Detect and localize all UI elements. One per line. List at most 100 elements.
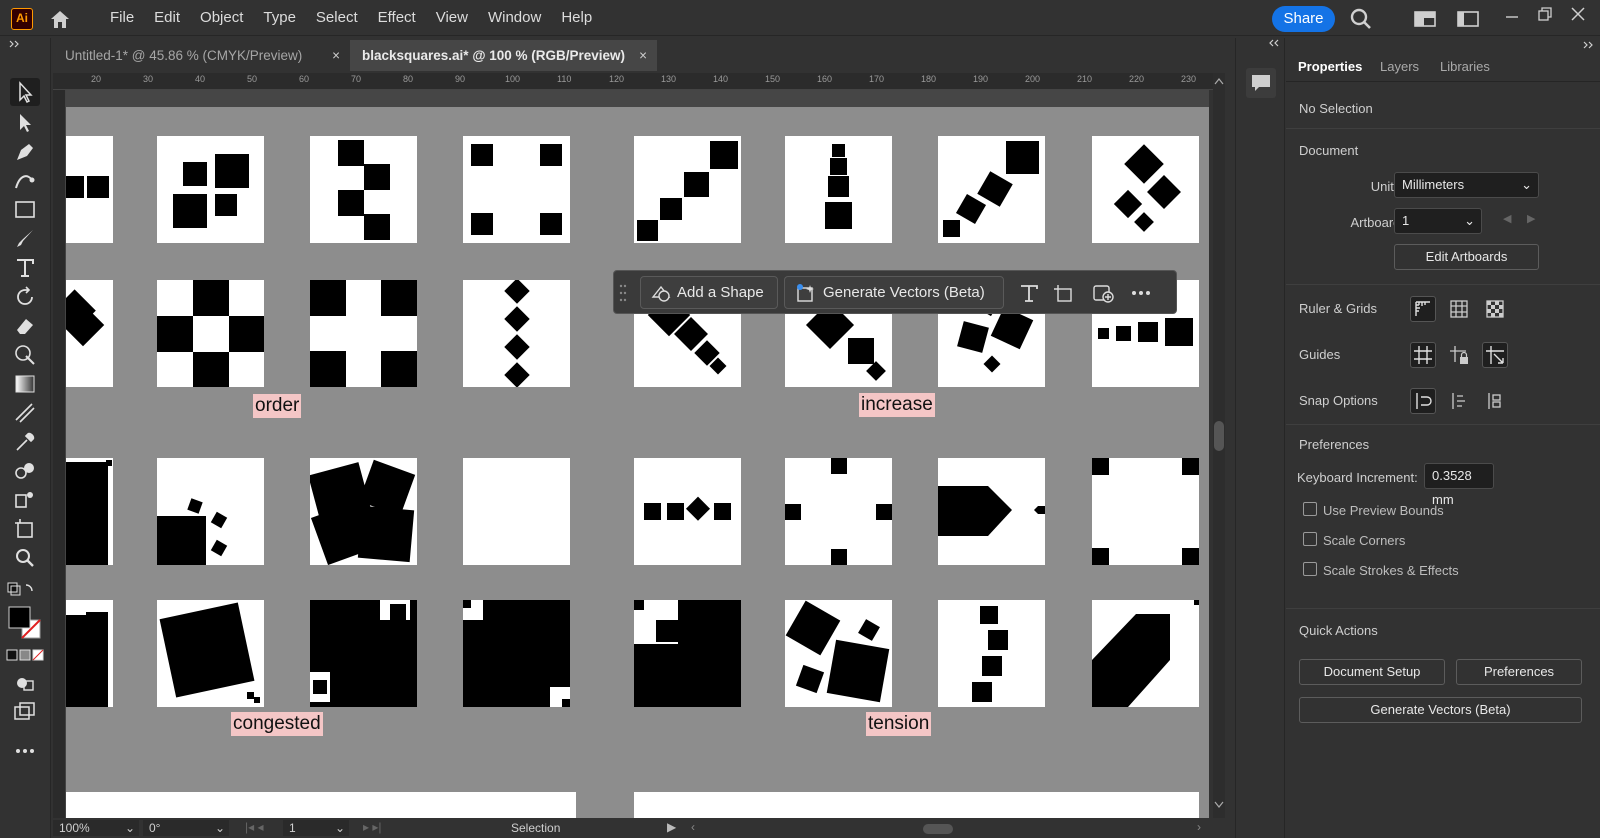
artwork-tile[interactable]	[634, 136, 741, 243]
pen-tool-icon[interactable]	[12, 139, 38, 165]
eraser-tool-icon[interactable]	[12, 313, 38, 339]
artboard-icon[interactable]	[1052, 282, 1074, 304]
rotate-tool-icon[interactable]	[12, 284, 38, 310]
scroll-thumb[interactable]	[1214, 421, 1224, 451]
artwork-tile[interactable]	[157, 600, 264, 707]
artboard-bottom-left[interactable]	[66, 792, 576, 818]
panel-layout-icon[interactable]	[1457, 11, 1479, 27]
zoom-field[interactable]: 100% ⌄	[53, 820, 139, 836]
eyedropper-tool-icon[interactable]	[12, 429, 38, 455]
artwork-tile[interactable]	[463, 280, 570, 387]
artboard-bottom-right[interactable]	[634, 792, 1199, 818]
minimize-icon[interactable]	[1504, 8, 1520, 24]
generate-vectors-button[interactable]: Generate Vectors (Beta)	[784, 276, 1004, 309]
restore-icon[interactable]	[1537, 6, 1553, 22]
artboard-field[interactable]: 1 ⌄	[283, 820, 349, 836]
home-icon[interactable]	[48, 8, 72, 30]
tab-untitled-1[interactable]: Untitled-1* @ 45.86 % (CMYK/Preview) ×	[53, 40, 350, 71]
artwork-tile[interactable]	[157, 136, 264, 243]
preferences-button[interactable]: Preferences	[1456, 659, 1582, 685]
selection-tool-icon[interactable]	[10, 78, 40, 106]
menu-view[interactable]: View	[426, 0, 478, 36]
last-artboard-icon[interactable]: ▸ ▸|	[363, 820, 382, 834]
tab-blacksquares[interactable]: blacksquares.ai* @ 100 % (RGB/Preview) ×	[350, 40, 657, 71]
blend-tool-icon[interactable]	[12, 458, 38, 484]
units-dropdown[interactable]: Millimeters ⌄	[1394, 172, 1539, 198]
artwork-tile[interactable]	[463, 136, 570, 243]
artwork-tile[interactable]	[938, 458, 1045, 565]
show-guides-icon[interactable]	[1410, 342, 1436, 368]
artwork-tile[interactable]	[310, 136, 417, 243]
paintbrush-tool-icon[interactable]	[12, 226, 38, 252]
snap-to-point-icon[interactable]	[1410, 388, 1436, 414]
symbol-sprayer-tool-icon[interactable]	[12, 487, 38, 513]
smart-guides-icon[interactable]	[1482, 342, 1508, 368]
artwork-tile[interactable]	[310, 600, 417, 707]
scale-strokes-effects-checkbox[interactable]	[1303, 562, 1317, 576]
artwork-tile[interactable]	[66, 280, 113, 387]
artwork-tile[interactable]	[463, 600, 570, 707]
comments-panel-button[interactable]	[1246, 68, 1276, 98]
artwork-tile[interactable]	[157, 458, 264, 565]
scale-corners-checkbox[interactable]	[1303, 532, 1317, 546]
artwork-tile[interactable]	[66, 458, 113, 565]
color-mode-icons[interactable]	[6, 648, 44, 662]
generate-vectors-panel-button[interactable]: Generate Vectors (Beta)	[1299, 697, 1582, 723]
keyboard-increment-input[interactable]: 0.3528 mm	[1424, 463, 1494, 507]
first-artboard-icon[interactable]: |◂ ◂	[245, 820, 264, 834]
label-order[interactable]: order	[253, 394, 302, 418]
artwork-tile[interactable]	[157, 280, 264, 387]
swap-fill-stroke-icon[interactable]	[6, 580, 36, 602]
lock-guides-icon[interactable]	[1446, 342, 1472, 368]
horizontal-ruler[interactable]: 20 30 40 50 60 70 80 90 100 110 120 130 …	[53, 73, 1213, 90]
curvature-tool-icon[interactable]	[12, 168, 38, 194]
menu-file[interactable]: File	[100, 0, 144, 36]
artwork-tile[interactable]	[310, 280, 417, 387]
next-artboard-icon[interactable]: ▶	[1527, 212, 1535, 225]
artboard-dropdown[interactable]: 1 ⌄	[1394, 208, 1482, 234]
artwork-tile[interactable]	[938, 600, 1045, 707]
workspace-switcher-icon[interactable]	[1414, 11, 1436, 27]
place-image-icon[interactable]	[1092, 282, 1114, 304]
label-increase[interactable]: increase	[859, 393, 935, 417]
screen-mode-icon[interactable]	[12, 699, 38, 725]
close-tab-icon[interactable]: ×	[639, 40, 647, 71]
artwork-tile[interactable]	[66, 136, 113, 243]
artwork-tile[interactable]	[463, 458, 570, 565]
artwork-tile[interactable]	[634, 458, 741, 565]
edit-artboards-button[interactable]: Edit Artboards	[1394, 244, 1539, 270]
collapse-panel-icon[interactable]	[1268, 38, 1280, 48]
artboard-canvas[interactable]: order increase congested tension	[66, 90, 1209, 818]
document-setup-button[interactable]: Document Setup	[1299, 659, 1445, 685]
fill-stroke-swatch[interactable]	[8, 606, 44, 642]
menu-select[interactable]: Select	[306, 0, 368, 36]
artwork-tile[interactable]	[1092, 136, 1199, 243]
shape-builder-tool-icon[interactable]	[12, 342, 38, 368]
scroll-up-icon[interactable]	[1214, 77, 1224, 85]
tab-properties[interactable]: Properties	[1298, 54, 1362, 80]
artwork-tile[interactable]	[785, 600, 892, 707]
expand-panel-icon[interactable]	[1582, 40, 1594, 50]
artwork-tile[interactable]	[785, 458, 892, 565]
share-button[interactable]: Share	[1272, 6, 1335, 32]
previous-artboard-icon[interactable]: ◀	[1503, 212, 1511, 225]
artwork-tile[interactable]	[785, 136, 892, 243]
menu-window[interactable]: Window	[478, 0, 551, 36]
artwork-tile[interactable]	[1092, 458, 1199, 565]
gradient-tool-icon[interactable]	[12, 371, 38, 397]
menu-effect[interactable]: Effect	[368, 0, 426, 36]
artwork-tile[interactable]	[66, 600, 113, 707]
type-tool-icon[interactable]	[12, 255, 38, 281]
artwork-tile[interactable]	[310, 458, 417, 565]
menu-type[interactable]: Type	[253, 0, 306, 36]
artwork-tile[interactable]	[938, 136, 1045, 243]
direct-selection-tool-icon[interactable]	[12, 110, 38, 136]
tab-layers[interactable]: Layers	[1380, 54, 1419, 80]
menu-object[interactable]: Object	[190, 0, 253, 36]
label-congested[interactable]: congested	[231, 712, 323, 736]
scroll-left-icon[interactable]: ‹	[691, 820, 695, 834]
label-tension[interactable]: tension	[866, 712, 932, 736]
artboard-tool-icon[interactable]	[12, 516, 38, 542]
grid-toggle-icon[interactable]	[1446, 296, 1472, 322]
tab-libraries[interactable]: Libraries	[1440, 54, 1490, 80]
